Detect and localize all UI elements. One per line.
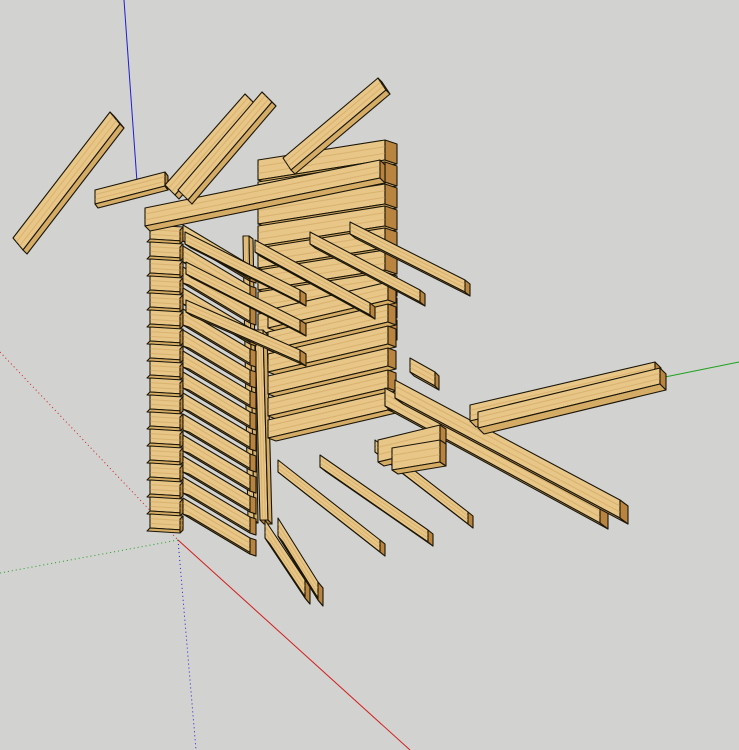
plank-end-face — [384, 161, 398, 187]
plank-17[interactable] — [146, 343, 184, 364]
plank-21[interactable] — [146, 411, 184, 432]
plank-end-face — [384, 139, 398, 165]
plank-27[interactable] — [146, 513, 184, 534]
plank-11[interactable] — [146, 241, 184, 262]
plank-end-face — [384, 183, 398, 209]
plank-end-face — [387, 303, 397, 326]
plank-end-face — [249, 348, 257, 368]
model-canvas[interactable] — [0, 0, 739, 750]
plank-end-face — [317, 581, 324, 607]
plank-top-face — [149, 411, 184, 429]
green-axis — [659, 361, 739, 379]
plank-14[interactable] — [146, 292, 184, 313]
plank-52[interactable] — [12, 111, 125, 255]
plank-26[interactable] — [146, 496, 184, 517]
green-axis-dotted — [0, 539, 179, 574]
plank-top-face — [149, 479, 184, 497]
plank-top-face — [149, 258, 184, 276]
plank-13[interactable] — [146, 275, 184, 296]
wood-grain — [277, 463, 381, 545]
plank-12[interactable] — [146, 258, 184, 279]
plank-24[interactable] — [146, 462, 184, 483]
plank-20[interactable] — [146, 394, 184, 415]
plank-23[interactable] — [146, 445, 184, 466]
plank-25[interactable] — [146, 479, 184, 500]
wood-grain — [180, 95, 266, 194]
plank-end-face — [249, 537, 257, 557]
plank-top-face — [409, 357, 436, 387]
plank-53[interactable] — [164, 93, 260, 200]
plank-top-face — [149, 360, 184, 378]
plank-top-face — [149, 445, 184, 463]
plank-top-face — [149, 292, 184, 310]
plank-end-face — [249, 474, 257, 494]
plank-top-face — [12, 111, 121, 251]
plank-end-face — [179, 515, 184, 534]
plank-51[interactable] — [94, 171, 169, 209]
blue-axis — [123, 0, 138, 183]
plank-18[interactable] — [146, 360, 184, 381]
wood-grain — [19, 119, 118, 247]
plank-top-face — [149, 309, 184, 327]
plank-side-face — [277, 535, 324, 607]
plank-end-face — [439, 439, 447, 467]
plank-top-face — [149, 394, 184, 412]
plank-end-face — [249, 411, 257, 431]
plank-end-face — [387, 325, 397, 348]
plank-71[interactable] — [409, 357, 440, 391]
3d-viewport[interactable] — [0, 0, 739, 750]
plank-end-face — [249, 369, 257, 389]
plank-end-face — [384, 205, 398, 231]
plank-end-face — [434, 371, 440, 391]
plank-end-face — [249, 495, 257, 515]
plank-top-face — [149, 513, 184, 531]
plank-top-face — [149, 377, 184, 395]
plank-end-face — [249, 432, 257, 452]
plank-16[interactable] — [146, 326, 184, 347]
plank-top-face — [149, 496, 184, 514]
plank-end-face — [249, 390, 257, 410]
wooden-model[interactable] — [12, 77, 667, 607]
plank-end-face — [249, 516, 257, 536]
blue-axis-dotted — [177, 539, 197, 750]
plank-top-face — [149, 462, 184, 480]
wood-grain — [15, 115, 114, 243]
plank-end-face — [379, 539, 386, 557]
plank-top-face — [149, 428, 184, 446]
plank-top-face — [149, 275, 184, 293]
plank-19[interactable] — [146, 377, 184, 398]
plank-22[interactable] — [146, 428, 184, 449]
plank-end-face — [387, 347, 397, 370]
plank-end-face — [467, 511, 474, 529]
plank-15[interactable] — [146, 309, 184, 330]
wood-grain — [277, 467, 381, 549]
plank-top-face — [149, 326, 184, 344]
plank-top-face — [149, 343, 184, 361]
plank-end-face — [249, 453, 257, 473]
plank-top-face — [149, 241, 184, 259]
